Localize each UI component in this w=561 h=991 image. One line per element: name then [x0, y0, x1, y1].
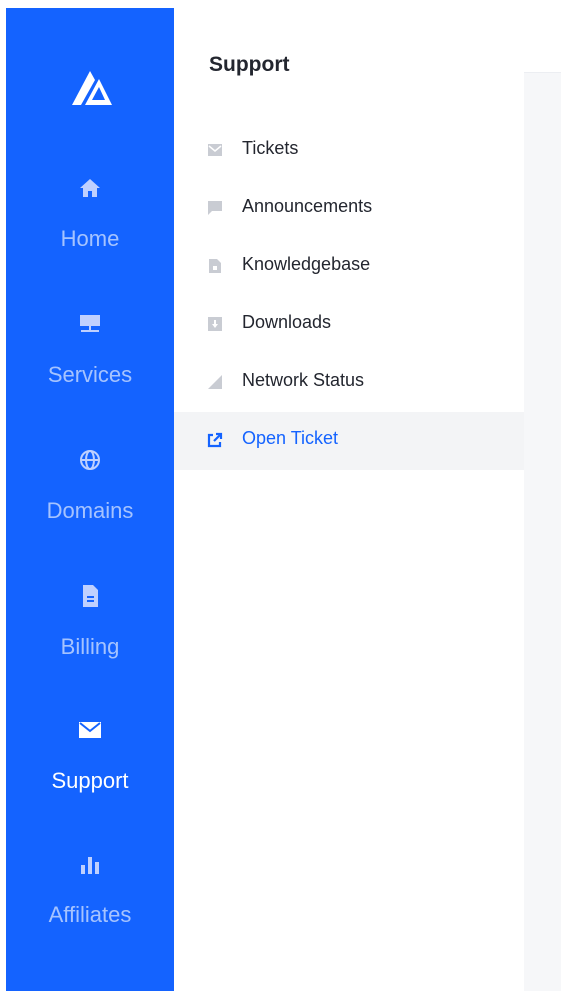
main-content	[524, 73, 561, 991]
document-icon	[6, 582, 174, 610]
comment-icon	[207, 200, 223, 216]
submenu-title: Support	[209, 53, 290, 76]
inbox-icon	[207, 142, 223, 158]
file-icon	[207, 258, 223, 274]
download-icon	[207, 316, 223, 332]
rail-item-affiliates[interactable]: Affiliates	[6, 850, 174, 950]
external-link-icon	[207, 432, 223, 448]
signal-icon	[207, 374, 223, 390]
rail-item-billing[interactable]: Billing	[6, 582, 174, 682]
rail-item-label: Affiliates	[48, 902, 132, 927]
envelope-icon	[6, 716, 174, 744]
top-bar	[524, 8, 561, 73]
rail-item-services[interactable]: Services	[6, 310, 174, 410]
server-icon	[6, 310, 174, 338]
submenu-item-label: Open Ticket	[242, 428, 339, 448]
submenu-item-label: Knowledgebase	[242, 254, 371, 274]
submenu-item-network-status[interactable]: Network Status	[174, 354, 524, 412]
submenu-item-open-ticket[interactable]: Open Ticket	[174, 412, 524, 470]
rail-item-home[interactable]: Home	[6, 174, 174, 274]
submenu-item-label: Tickets	[242, 138, 299, 158]
rail-item-label: Home	[60, 226, 120, 251]
app-window: Home Services Domains Billing Support Af…	[0, 0, 561, 991]
submenu-item-label: Downloads	[242, 312, 332, 332]
bar-chart-icon	[6, 850, 174, 878]
submenu-item-tickets[interactable]: Tickets	[174, 122, 524, 180]
brand-logo[interactable]	[68, 65, 116, 109]
submenu-item-downloads[interactable]: Downloads	[174, 296, 524, 354]
home-icon	[6, 174, 174, 202]
submenu-item-knowledgebase[interactable]: Knowledgebase	[174, 238, 524, 296]
primary-sidebar: Home Services Domains Billing Support Af…	[6, 8, 174, 991]
submenu-item-label: Announcements	[242, 196, 373, 216]
submenu-item-announcements[interactable]: Announcements	[174, 180, 524, 238]
rail-item-label: Services	[47, 362, 133, 387]
rail-item-label: Domains	[46, 498, 134, 523]
rail-item-label: Billing	[60, 634, 120, 659]
globe-icon	[6, 446, 174, 474]
rail-item-label: Support	[51, 768, 129, 793]
rail-item-support[interactable]: Support	[6, 716, 174, 816]
support-submenu: Support Tickets Announcements Knowledgeb…	[174, 8, 525, 991]
rail-item-domains[interactable]: Domains	[6, 446, 174, 546]
submenu-item-label: Network Status	[242, 370, 365, 390]
